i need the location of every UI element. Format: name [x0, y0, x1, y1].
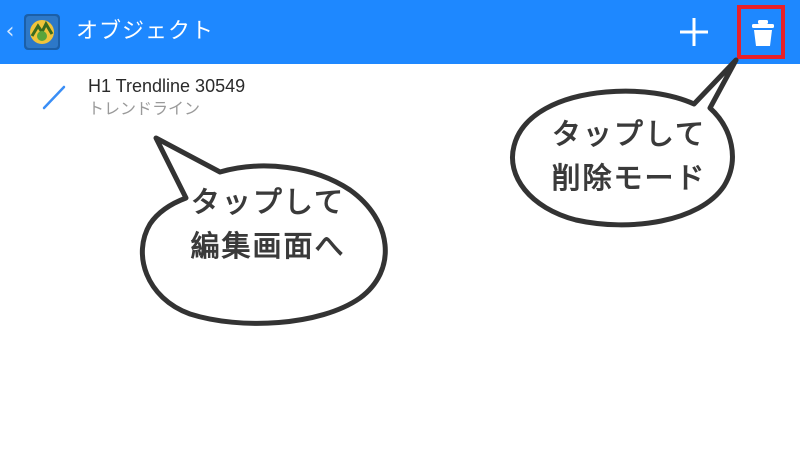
delete-callout-line1: タップして: [551, 117, 707, 151]
edit-callout-line1: タップして: [190, 185, 346, 219]
delete-callout-line2: 削除モード: [551, 161, 707, 195]
delete-callout-text: タップして 削除モード: [514, 112, 744, 200]
edit-callout-text: タップして 編集画面へ: [148, 180, 388, 268]
edit-callout-line2: 編集画面へ: [190, 229, 346, 263]
callout-bubbles: [139, 57, 739, 326]
